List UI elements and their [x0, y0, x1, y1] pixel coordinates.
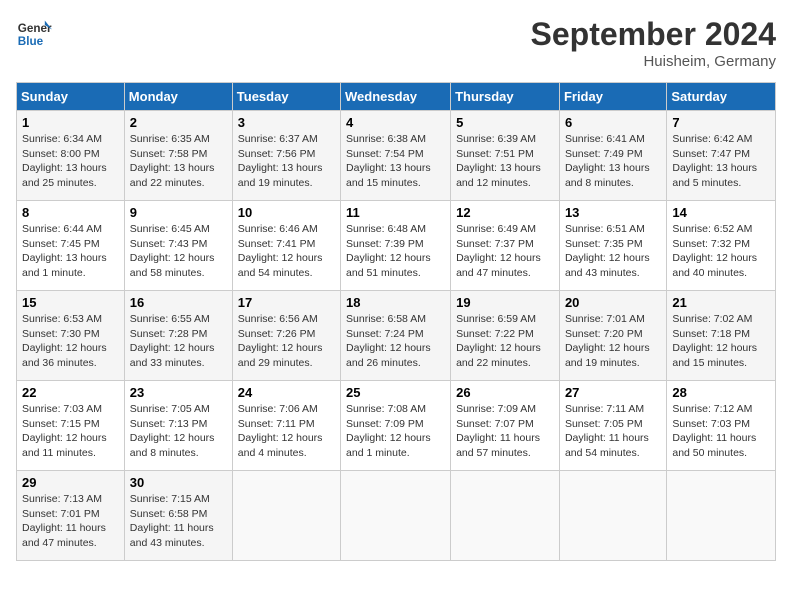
day-cell: 22Sunrise: 7:03 AMSunset: 7:15 PMDayligh… — [17, 381, 125, 471]
day-cell: 29Sunrise: 7:13 AMSunset: 7:01 PMDayligh… — [17, 471, 125, 561]
col-monday: Monday — [124, 83, 232, 111]
col-saturday: Saturday — [667, 83, 776, 111]
col-wednesday: Wednesday — [341, 83, 451, 111]
day-cell: 14Sunrise: 6:52 AMSunset: 7:32 PMDayligh… — [667, 201, 776, 291]
location: Huisheim, Germany — [531, 53, 776, 70]
day-cell: 28Sunrise: 7:12 AMSunset: 7:03 PMDayligh… — [667, 381, 776, 471]
logo-icon: General Blue — [16, 16, 52, 52]
day-cell: 4Sunrise: 6:38 AMSunset: 7:54 PMDaylight… — [341, 111, 451, 201]
day-cell — [451, 471, 560, 561]
day-cell: 21Sunrise: 7:02 AMSunset: 7:18 PMDayligh… — [667, 291, 776, 381]
svg-text:Blue: Blue — [18, 35, 44, 48]
day-cell: 18Sunrise: 6:58 AMSunset: 7:24 PMDayligh… — [341, 291, 451, 381]
day-cell: 8Sunrise: 6:44 AMSunset: 7:45 PMDaylight… — [17, 201, 125, 291]
day-cell: 23Sunrise: 7:05 AMSunset: 7:13 PMDayligh… — [124, 381, 232, 471]
week-row-4: 22Sunrise: 7:03 AMSunset: 7:15 PMDayligh… — [17, 381, 776, 471]
day-cell: 2Sunrise: 6:35 AMSunset: 7:58 PMDaylight… — [124, 111, 232, 201]
day-cell — [341, 471, 451, 561]
day-cell: 17Sunrise: 6:56 AMSunset: 7:26 PMDayligh… — [232, 291, 340, 381]
week-row-3: 15Sunrise: 6:53 AMSunset: 7:30 PMDayligh… — [17, 291, 776, 381]
title-block: September 2024 Huisheim, Germany — [531, 16, 776, 70]
week-row-1: 1Sunrise: 6:34 AMSunset: 8:00 PMDaylight… — [17, 111, 776, 201]
day-cell: 1Sunrise: 6:34 AMSunset: 8:00 PMDaylight… — [17, 111, 125, 201]
day-cell: 26Sunrise: 7:09 AMSunset: 7:07 PMDayligh… — [451, 381, 560, 471]
day-cell: 24Sunrise: 7:06 AMSunset: 7:11 PMDayligh… — [232, 381, 340, 471]
page-header: General Blue September 2024 Huisheim, Ge… — [16, 16, 776, 70]
day-cell: 16Sunrise: 6:55 AMSunset: 7:28 PMDayligh… — [124, 291, 232, 381]
day-cell: 25Sunrise: 7:08 AMSunset: 7:09 PMDayligh… — [341, 381, 451, 471]
day-cell: 19Sunrise: 6:59 AMSunset: 7:22 PMDayligh… — [451, 291, 560, 381]
day-cell: 13Sunrise: 6:51 AMSunset: 7:35 PMDayligh… — [559, 201, 666, 291]
day-cell — [559, 471, 666, 561]
month-title: September 2024 — [531, 16, 776, 53]
day-cell: 12Sunrise: 6:49 AMSunset: 7:37 PMDayligh… — [451, 201, 560, 291]
day-cell: 6Sunrise: 6:41 AMSunset: 7:49 PMDaylight… — [559, 111, 666, 201]
col-sunday: Sunday — [17, 83, 125, 111]
day-cell: 9Sunrise: 6:45 AMSunset: 7:43 PMDaylight… — [124, 201, 232, 291]
col-tuesday: Tuesday — [232, 83, 340, 111]
calendar-table: Sunday Monday Tuesday Wednesday Thursday… — [16, 82, 776, 561]
day-cell: 27Sunrise: 7:11 AMSunset: 7:05 PMDayligh… — [559, 381, 666, 471]
day-cell: 20Sunrise: 7:01 AMSunset: 7:20 PMDayligh… — [559, 291, 666, 381]
day-cell: 30Sunrise: 7:15 AMSunset: 6:58 PMDayligh… — [124, 471, 232, 561]
day-cell — [232, 471, 340, 561]
week-row-5: 29Sunrise: 7:13 AMSunset: 7:01 PMDayligh… — [17, 471, 776, 561]
logo: General Blue — [16, 16, 52, 52]
header-row: Sunday Monday Tuesday Wednesday Thursday… — [17, 83, 776, 111]
day-cell: 11Sunrise: 6:48 AMSunset: 7:39 PMDayligh… — [341, 201, 451, 291]
day-cell — [667, 471, 776, 561]
day-cell: 10Sunrise: 6:46 AMSunset: 7:41 PMDayligh… — [232, 201, 340, 291]
col-friday: Friday — [559, 83, 666, 111]
day-cell: 3Sunrise: 6:37 AMSunset: 7:56 PMDaylight… — [232, 111, 340, 201]
day-cell: 7Sunrise: 6:42 AMSunset: 7:47 PMDaylight… — [667, 111, 776, 201]
col-thursday: Thursday — [451, 83, 560, 111]
day-cell: 15Sunrise: 6:53 AMSunset: 7:30 PMDayligh… — [17, 291, 125, 381]
day-cell: 5Sunrise: 6:39 AMSunset: 7:51 PMDaylight… — [451, 111, 560, 201]
week-row-2: 8Sunrise: 6:44 AMSunset: 7:45 PMDaylight… — [17, 201, 776, 291]
